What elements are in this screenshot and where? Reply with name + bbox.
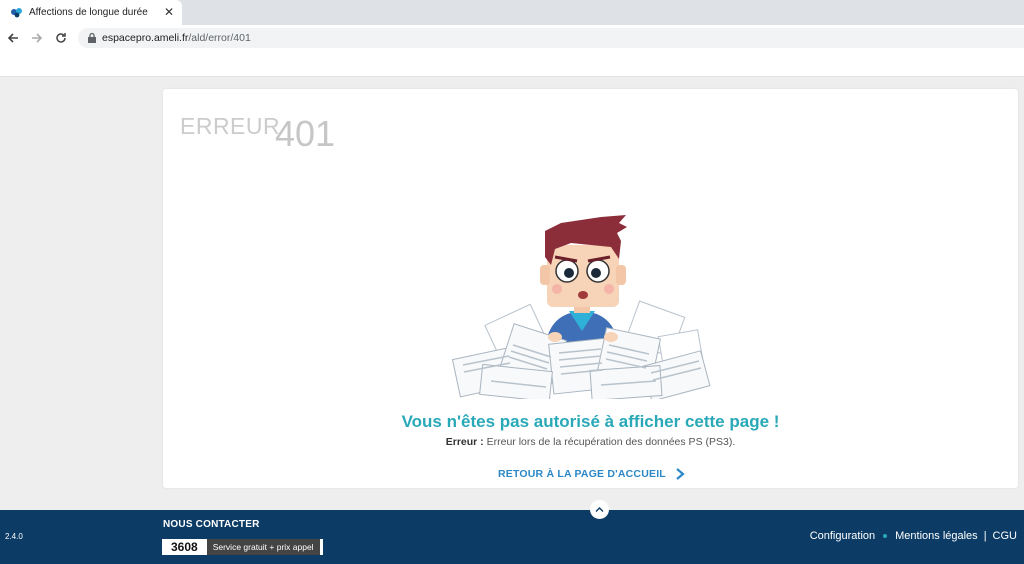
page-header-band bbox=[0, 51, 1024, 77]
url-path: /ald/error/401 bbox=[188, 32, 251, 44]
home-link-label: RETOUR À LA PAGE D'ACCUEIL bbox=[498, 468, 666, 480]
version-label: 2.4.0 bbox=[5, 532, 23, 541]
browser-tab[interactable]: Affections de longue durée ✕ bbox=[0, 0, 182, 25]
phone-number: 3608 bbox=[162, 539, 207, 555]
url-text: espacepro.ameli.fr/ald/error/401 bbox=[102, 32, 251, 44]
tab-close-icon[interactable]: ✕ bbox=[164, 5, 174, 19]
phone-note: Service gratuit + prix appel bbox=[206, 539, 323, 555]
phone-badge[interactable]: 3608 Service gratuit + prix appel bbox=[162, 539, 323, 555]
footer-links: Configuration Mentions légales | CGU bbox=[810, 530, 1017, 542]
confused-man-in-paper-pile-illustration bbox=[451, 215, 711, 399]
tab-title: Affections de longue durée bbox=[29, 7, 148, 18]
address-bar[interactable]: espacepro.ameli.fr/ald/error/401 bbox=[78, 28, 1024, 48]
link-pipe-separator: | bbox=[983, 530, 987, 542]
error-detail-label: Erreur : bbox=[445, 436, 484, 448]
error-word: ERREUR bbox=[180, 113, 281, 139]
forward-arrow-icon[interactable] bbox=[25, 26, 49, 50]
browser-tabbar: Affections de longue durée ✕ bbox=[0, 0, 1024, 25]
url-host: espacepro.ameli.fr bbox=[102, 32, 189, 44]
home-link[interactable]: RETOUR À LA PAGE D'ACCUEIL bbox=[498, 467, 686, 481]
back-arrow-icon[interactable] bbox=[1, 26, 25, 50]
scroll-to-top-button[interactable] bbox=[590, 500, 609, 519]
chevron-right-icon bbox=[676, 468, 685, 480]
error-card: ERREUR 401 Vous n'êtes pas autorisé à af… bbox=[163, 89, 1018, 488]
footer: 2.4.0 NOUS CONTACTER 3608 Service gratui… bbox=[0, 510, 1024, 564]
link-configuration[interactable]: Configuration bbox=[810, 530, 875, 542]
chevron-up-icon bbox=[595, 507, 604, 512]
link-cgu[interactable]: CGU bbox=[993, 530, 1017, 542]
ameli-favicon-icon bbox=[9, 6, 23, 20]
lock-icon bbox=[88, 32, 96, 43]
error-code: 401 bbox=[275, 113, 336, 154]
error-detail-text: Erreur lors de la récupération des donné… bbox=[486, 436, 736, 448]
contact-title: NOUS CONTACTER bbox=[163, 519, 260, 530]
link-mentions-legales[interactable]: Mentions légales bbox=[895, 530, 978, 542]
error-detail: Erreur : Erreur lors de la récupération … bbox=[163, 436, 1018, 448]
link-dot-separator bbox=[883, 534, 888, 538]
error-title: Vous n'êtes pas autorisé à afficher cett… bbox=[401, 412, 780, 431]
reload-icon[interactable] bbox=[49, 26, 73, 50]
